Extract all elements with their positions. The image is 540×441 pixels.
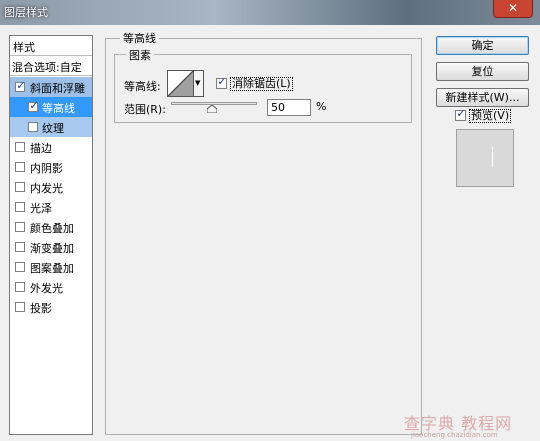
outer-glow-checkbox[interactable] [15, 282, 25, 292]
style-item-label: 纹理 [42, 122, 64, 135]
satin-checkbox[interactable] [15, 202, 25, 212]
style-item-label: 斜面和浮雕 [30, 82, 85, 95]
contour-curve-icon [167, 70, 194, 97]
range-label: 范围(R): [124, 103, 166, 116]
style-item-label: 等高线 [42, 102, 75, 115]
inner-shadow-checkbox[interactable] [15, 162, 25, 172]
triangle-down-icon: ▼ [195, 79, 201, 87]
style-item-label: 渐变叠加 [30, 242, 74, 255]
anti-alias-checkbox[interactable]: ✓ [216, 75, 227, 89]
style-item-label: 内阴影 [30, 162, 63, 175]
blend-options-item[interactable]: 混合选项:自定 [10, 56, 92, 76]
pattern-overlay-checkbox[interactable] [15, 262, 25, 272]
style-item-gradient-overlay[interactable]: 渐变叠加 [10, 237, 92, 257]
gradient-overlay-checkbox[interactable] [15, 242, 25, 252]
contour-picker[interactable] [167, 70, 194, 97]
color-overlay-checkbox[interactable] [15, 222, 25, 232]
preview-label[interactable]: 预览(V) [469, 109, 512, 123]
contour-label: 等高线: [124, 80, 161, 93]
style-item-label: 图案叠加 [30, 262, 74, 275]
checkmark-icon: ✓ [16, 79, 26, 92]
anti-alias-label[interactable]: 消除锯齿(L) [230, 77, 293, 91]
inner-glow-checkbox[interactable] [15, 182, 25, 192]
style-item-stroke[interactable]: 描边 [10, 137, 92, 157]
style-item-contour[interactable]: ✓ 等高线 [10, 97, 92, 117]
style-item-inner-shadow[interactable]: 内阴影 [10, 157, 92, 177]
ok-button[interactable]: 确定 [436, 36, 529, 55]
texture-checkbox[interactable] [28, 122, 38, 132]
title-bar [0, 0, 540, 25]
style-item-label: 外发光 [30, 282, 63, 295]
contour-dropdown-button[interactable]: ▼ [194, 70, 204, 97]
styles-list: 样式 混合选项:自定 ✓ 斜面和浮雕 ✓ 等高线 纹理 描边 内阴影 内发光 光… [9, 35, 93, 435]
preview-thumbnail-line [492, 147, 493, 167]
styles-header-label: 样式 [13, 41, 35, 54]
drop-shadow-checkbox[interactable] [15, 302, 25, 312]
range-slider-thumb[interactable] [207, 105, 217, 113]
contour-checkbox[interactable]: ✓ [28, 99, 39, 112]
style-item-label: 颜色叠加 [30, 222, 74, 235]
style-item-pattern-overlay[interactable]: 图案叠加 [10, 257, 92, 277]
close-button[interactable]: ✕ [493, 0, 533, 18]
style-item-label: 光泽 [30, 202, 52, 215]
preview-thumbnail [456, 129, 514, 187]
style-item-label: 内发光 [30, 182, 63, 195]
style-item-texture[interactable]: 纹理 [10, 117, 92, 137]
style-item-color-overlay[interactable]: 颜色叠加 [10, 217, 92, 237]
style-item-bevel-emboss[interactable]: ✓ 斜面和浮雕 [10, 77, 92, 97]
checkmark-icon: ✓ [217, 75, 227, 88]
contour-group-title: 等高线 [120, 30, 159, 46]
style-item-label: 投影 [30, 302, 52, 315]
new-style-button[interactable]: 新建样式(W)... [436, 88, 529, 107]
blend-options-label: 混合选项:自定 [12, 61, 82, 74]
style-item-inner-glow[interactable]: 内发光 [10, 177, 92, 197]
watermark-url: jiaocheng.chazidian.com [411, 431, 498, 439]
checkmark-icon: ✓ [456, 107, 466, 120]
style-item-outer-glow[interactable]: 外发光 [10, 277, 92, 297]
stroke-checkbox[interactable] [15, 142, 25, 152]
style-item-drop-shadow[interactable]: 投影 [10, 297, 92, 317]
range-unit: % [316, 100, 327, 113]
bevel-emboss-checkbox[interactable]: ✓ [15, 79, 26, 92]
elements-title: 图素 [126, 47, 154, 63]
style-item-satin[interactable]: 光泽 [10, 197, 92, 217]
preview-checkbox[interactable]: ✓ [455, 107, 466, 121]
styles-header[interactable]: 样式 [10, 36, 92, 56]
checkmark-icon: ✓ [29, 99, 39, 112]
range-input[interactable]: 50 [267, 99, 311, 116]
reset-button[interactable]: 复位 [436, 62, 529, 81]
style-item-label: 描边 [30, 142, 52, 155]
window-title: 图层样式 [4, 6, 48, 19]
